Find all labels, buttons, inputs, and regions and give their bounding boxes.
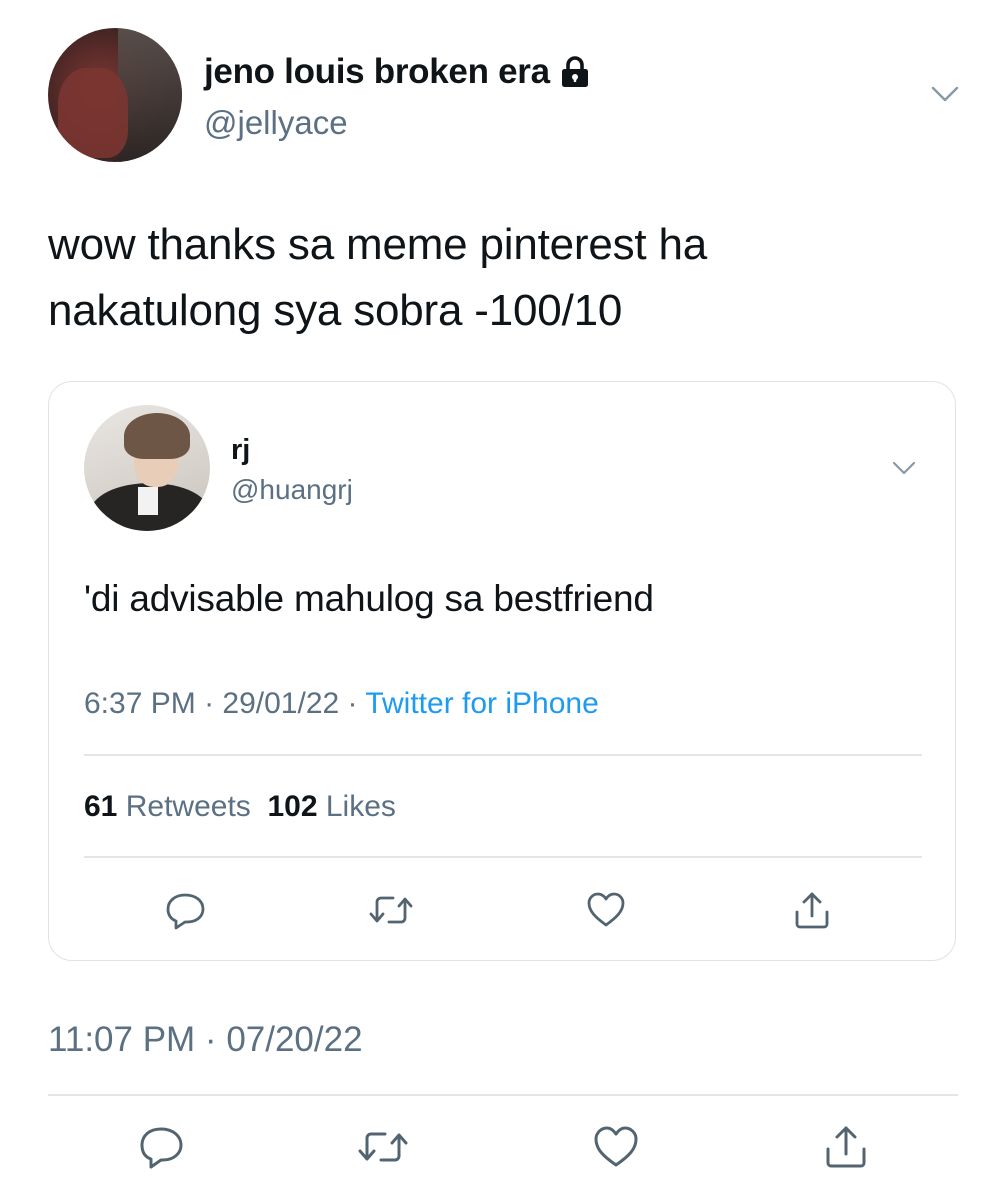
- retweets-stat[interactable]: 61 Retweets: [84, 790, 251, 823]
- quoted-author-avatar[interactable]: [84, 405, 210, 531]
- likes-label: Likes: [325, 790, 396, 823]
- tweet-text-line: wow thanks sa meme pinterest ha: [48, 220, 707, 269]
- source-link[interactable]: Twitter for iPhone: [365, 687, 598, 720]
- share-icon[interactable]: [791, 890, 833, 930]
- meta-separator: ·: [347, 687, 358, 720]
- reply-icon[interactable]: [138, 1124, 186, 1170]
- chevron-down-icon[interactable]: [930, 84, 960, 104]
- tweet-text: wow thanks sa meme pinterest ha nakatulo…: [48, 212, 948, 344]
- quoted-tweet-card[interactable]: rj @huangrj 'di advisable mahulog sa bes…: [48, 381, 956, 961]
- avatar-shirt: [138, 487, 158, 515]
- author-name-row[interactable]: jeno louis broken era: [204, 52, 590, 92]
- tweet-timestamp[interactable]: 11:07 PM · 07/20/22: [48, 1020, 363, 1060]
- meta-separator: ·: [204, 687, 215, 720]
- quoted-time: 6:37 PM: [84, 687, 196, 720]
- retweet-icon[interactable]: [367, 890, 415, 930]
- divider: [84, 754, 922, 756]
- quoted-tweet-meta: 6:37 PM · 29/01/22 · Twitter for iPhone: [84, 687, 599, 721]
- lock-icon: [560, 56, 590, 88]
- chevron-down-icon[interactable]: [891, 460, 917, 478]
- avatar-background: [118, 28, 182, 162]
- tweet-text-line: nakatulong sya sobra -100/10: [48, 286, 623, 335]
- quoted-date[interactable]: 29/01/22: [222, 687, 339, 720]
- reply-icon[interactable]: [165, 890, 207, 930]
- avatar-figure: [58, 68, 128, 158]
- author-avatar[interactable]: [48, 28, 182, 162]
- author-handle[interactable]: @jellyace: [204, 104, 348, 142]
- heart-icon[interactable]: [585, 890, 627, 930]
- quoted-tweet-stats: 61 Retweets 102 Likes: [84, 790, 396, 824]
- divider: [84, 856, 922, 858]
- quoted-tweet-text: 'di advisable mahulog sa bestfriend: [84, 578, 654, 619]
- quoted-author-name[interactable]: rj: [231, 434, 250, 467]
- retweet-icon[interactable]: [356, 1124, 410, 1170]
- likes-count: 102: [267, 790, 318, 823]
- avatar-hair: [124, 413, 190, 459]
- retweets-count: 61: [84, 790, 118, 823]
- divider: [48, 1094, 958, 1096]
- retweets-label: Retweets: [125, 790, 251, 823]
- quoted-author-handle[interactable]: @huangrj: [231, 474, 353, 506]
- share-icon[interactable]: [822, 1124, 870, 1170]
- heart-icon[interactable]: [592, 1124, 640, 1170]
- likes-stat[interactable]: 102 Likes: [267, 790, 395, 823]
- author-display-name[interactable]: jeno louis broken era: [204, 52, 550, 92]
